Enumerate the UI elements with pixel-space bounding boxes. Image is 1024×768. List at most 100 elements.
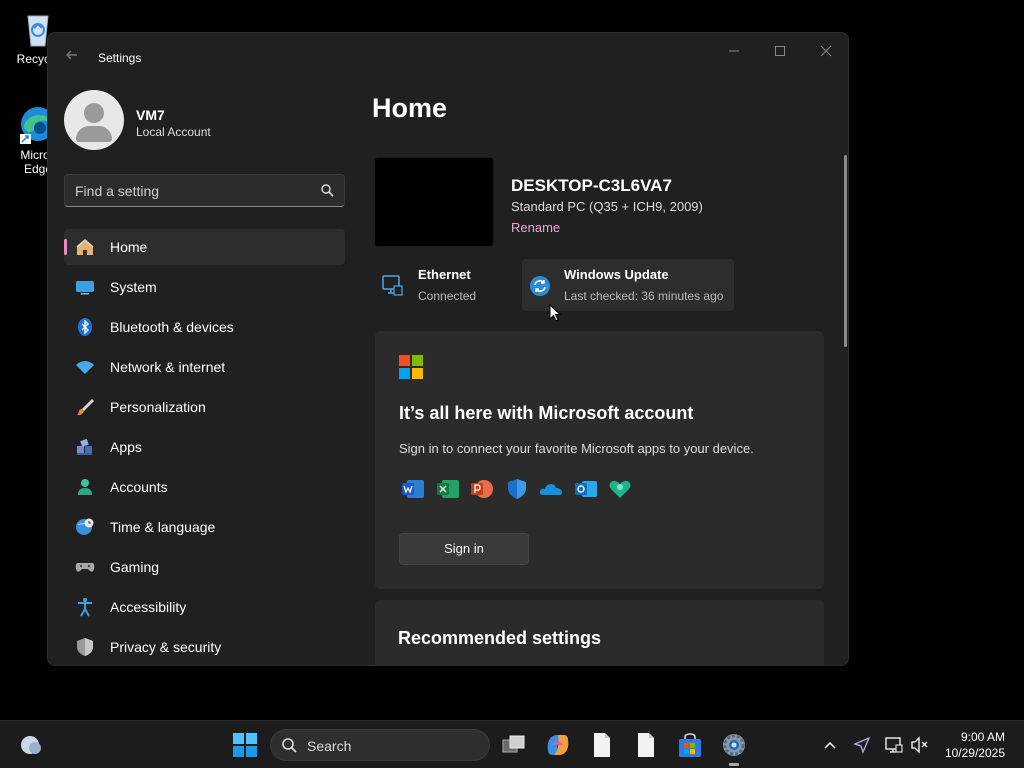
sidebar-item-time-language[interactable]: Time & language xyxy=(64,509,345,545)
close-button[interactable] xyxy=(803,39,848,65)
clock-date: 10/29/2025 xyxy=(944,746,1005,760)
sidebar-item-label: Accounts xyxy=(110,479,168,495)
app-icons-row xyxy=(401,477,643,501)
sidebar-item-label: Home xyxy=(110,239,148,255)
excel-icon xyxy=(436,480,459,498)
running-indicator xyxy=(729,763,739,766)
sidebar-item-personalization[interactable]: Personalization xyxy=(64,389,345,425)
close-icon xyxy=(820,45,832,57)
accounts-icon xyxy=(74,476,96,498)
scrollbar[interactable] xyxy=(844,155,847,347)
sidebar-item-accounts[interactable]: Accounts xyxy=(64,469,345,505)
shield-icon xyxy=(74,636,96,658)
sidebar-item-home[interactable]: Home xyxy=(64,229,345,265)
maximize-button[interactable] xyxy=(757,39,803,65)
apps-icon xyxy=(74,436,96,458)
gamepad-icon xyxy=(74,556,96,578)
search-icon xyxy=(282,738,297,753)
device-wallpaper-thumbnail xyxy=(374,157,494,247)
back-arrow-icon xyxy=(66,50,77,60)
title-bar[interactable]: Settings xyxy=(48,33,848,81)
notepad-icon[interactable] xyxy=(632,731,660,759)
recommended-title: Recommended settings xyxy=(398,628,602,648)
wifi-icon xyxy=(74,356,96,378)
back-button[interactable] xyxy=(62,47,82,67)
taskbar: Search 9:00 AM 10/29/2025 xyxy=(0,720,1024,768)
file-icon[interactable] xyxy=(588,731,616,759)
taskbar-search[interactable]: Search xyxy=(270,729,490,761)
settings-window: Settings VM7 Local Account Home xyxy=(47,32,849,666)
powerpoint-icon xyxy=(471,480,493,498)
sidebar-item-label: Privacy & security xyxy=(110,639,222,655)
search-box[interactable] xyxy=(64,174,345,207)
clock-time: 9:00 AM xyxy=(960,730,1005,744)
sign-in-button[interactable]: Sign in xyxy=(399,533,529,565)
ethernet-sub: Connected xyxy=(418,289,477,303)
globe-clock-icon xyxy=(74,516,96,538)
avatar-head xyxy=(84,103,104,123)
sidebar-item-label: Network & internet xyxy=(110,359,226,375)
sidebar-item-label: Time & language xyxy=(110,519,216,535)
home-icon xyxy=(74,236,96,258)
volume-muted-icon[interactable] xyxy=(910,735,930,755)
sidebar-item-label: Bluetooth & devices xyxy=(110,319,234,335)
maximize-icon xyxy=(775,46,785,56)
chevron-up-icon[interactable] xyxy=(820,735,840,755)
bluetooth-icon xyxy=(74,316,96,338)
sidebar-item-system[interactable]: System xyxy=(64,269,345,305)
send-location-icon[interactable] xyxy=(852,735,872,755)
avatar[interactable] xyxy=(64,90,124,150)
minimize-icon xyxy=(729,50,739,52)
sidebar-item-apps[interactable]: Apps xyxy=(64,429,345,465)
device-name: DESKTOP-C3L6VA7 xyxy=(511,176,672,195)
update-title: Windows Update xyxy=(564,267,669,282)
accessibility-icon xyxy=(74,596,96,618)
widgets-weather-icon[interactable] xyxy=(18,731,46,759)
task-view-icon[interactable] xyxy=(500,731,528,759)
word-icon xyxy=(402,480,424,498)
microsoft-logo-icon xyxy=(399,355,423,379)
page-title: Home xyxy=(372,93,448,123)
sidebar-item-label: Personalization xyxy=(110,399,206,415)
recommended-settings-card: Recommended settings xyxy=(375,600,824,665)
sidebar-item-accessibility[interactable]: Accessibility xyxy=(64,589,345,625)
update-sub: Last checked: 36 minutes ago xyxy=(564,289,724,303)
sidebar-item-privacy[interactable]: Privacy & security xyxy=(64,629,345,665)
defender-icon xyxy=(507,479,526,499)
family-icon xyxy=(609,480,631,498)
copilot-icon[interactable] xyxy=(544,731,572,759)
minimize-button[interactable] xyxy=(711,39,757,65)
system-icon xyxy=(74,276,96,298)
device-model: Standard PC (Q35 + ICH9, 2009) xyxy=(511,199,703,214)
search-input[interactable] xyxy=(75,182,305,200)
network-ethernet-icon[interactable] xyxy=(884,735,904,755)
sidebar-nav: Home System Bluetooth & devices Network … xyxy=(64,229,345,665)
outlook-icon xyxy=(574,481,597,497)
card-title: It’s all here with Microsoft account xyxy=(399,403,694,423)
window-title: Settings xyxy=(98,51,142,65)
sidebar-item-label: Gaming xyxy=(110,559,160,575)
microsoft-account-card: It’s all here with Microsoft account Sig… xyxy=(375,331,824,589)
avatar-body xyxy=(76,126,112,142)
taskbar-search-label: Search xyxy=(307,738,352,754)
account-type: Local Account xyxy=(136,125,211,139)
start-windows-icon[interactable] xyxy=(231,731,259,759)
brush-icon xyxy=(74,396,96,418)
onedrive-icon xyxy=(539,484,562,495)
ethernet-icon xyxy=(382,275,403,296)
ethernet-status[interactable]: Ethernet Connected xyxy=(376,259,516,311)
sidebar-item-label: Accessibility xyxy=(110,599,187,615)
mouse-cursor-icon xyxy=(549,304,561,322)
sidebar-item-bluetooth[interactable]: Bluetooth & devices xyxy=(64,309,345,345)
settings-gear-icon[interactable] xyxy=(720,731,748,759)
rename-link[interactable]: Rename xyxy=(511,220,560,235)
search-icon[interactable] xyxy=(320,183,334,197)
sidebar-item-gaming[interactable]: Gaming xyxy=(64,549,345,585)
sidebar-item-label: System xyxy=(110,279,157,295)
ethernet-title: Ethernet xyxy=(418,267,471,282)
sidebar-item-network[interactable]: Network & internet xyxy=(64,349,345,385)
system-clock[interactable]: 9:00 AM 10/29/2025 xyxy=(945,729,1005,761)
windows-update-icon xyxy=(530,276,550,296)
microsoft-store-icon[interactable] xyxy=(676,731,704,759)
card-description: Sign in to connect your favorite Microso… xyxy=(399,441,754,456)
